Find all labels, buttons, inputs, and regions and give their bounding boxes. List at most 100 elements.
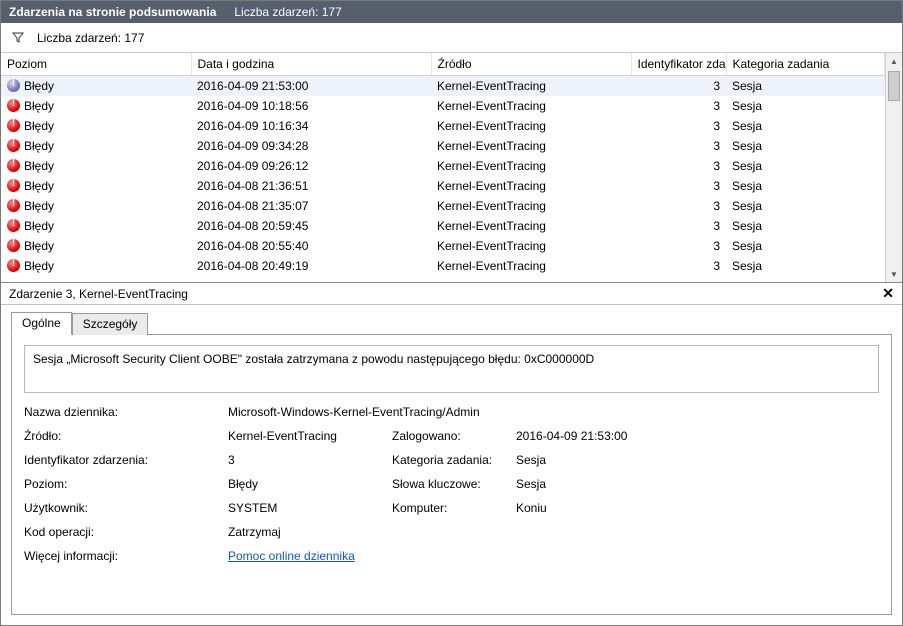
cell-source: Kernel-EventTracing [431, 256, 631, 276]
window-count-label: Liczba zdarzeń: 177 [234, 5, 341, 19]
table-row[interactable]: Błędy2016-04-08 20:59:45Kernel-EventTrac… [1, 216, 885, 236]
column-header-level[interactable]: Poziom [1, 53, 191, 76]
cell-category: Sesja [726, 116, 885, 136]
value-user: SYSTEM [228, 501, 388, 515]
cell-date: 2016-04-08 20:49:19 [191, 256, 431, 276]
cell-date: 2016-04-08 20:55:40 [191, 236, 431, 256]
cell-category: Sesja [726, 156, 885, 176]
value-category: Sesja [516, 453, 879, 467]
cell-id: 3 [631, 96, 726, 116]
detail-tabs: Ogólne Szczegóły [1, 305, 902, 334]
cell-date: 2016-04-09 10:16:34 [191, 116, 431, 136]
filter-count-label: Liczba zdarzeń: 177 [37, 31, 144, 45]
value-logged: 2016-04-09 21:53:00 [516, 429, 879, 443]
cell-category: Sesja [726, 176, 885, 196]
column-header-row: Poziom Data i godzina Źródło Identyfikat… [1, 53, 885, 76]
cell-level: Błędy [24, 219, 54, 233]
value-computer: Koniu [516, 501, 879, 515]
events-grid[interactable]: Poziom Data i godzina Źródło Identyfikat… [1, 53, 885, 282]
event-message: Sesja „Microsoft Security Client OOBE" z… [24, 345, 879, 393]
tab-details[interactable]: Szczegóły [72, 313, 149, 335]
label-logname: Nazwa dziennika: [24, 405, 224, 419]
error-icon [7, 219, 20, 232]
filter-icon[interactable] [11, 31, 25, 45]
table-row[interactable]: Błędy2016-04-08 21:36:51Kernel-EventTrac… [1, 176, 885, 196]
column-header-category[interactable]: Kategoria zadania [726, 53, 885, 76]
cell-level: Błędy [24, 199, 54, 213]
cell-level: Błędy [24, 79, 54, 93]
label-level: Poziom: [24, 477, 224, 491]
error-icon [7, 239, 20, 252]
cell-level: Błędy [24, 99, 54, 113]
cell-category: Sesja [726, 76, 885, 96]
value-moreinfo: Pomoc online dziennika [228, 549, 879, 563]
table-row[interactable]: Błędy 2016-04-09 09:34:28Kernel-EventTrac… [1, 136, 885, 156]
cell-date: 2016-04-08 21:35:07 [191, 196, 431, 216]
cell-date: 2016-04-09 10:18:56 [191, 96, 431, 116]
help-link[interactable]: Pomoc online dziennika [228, 549, 355, 563]
cell-source: Kernel-EventTracing [431, 176, 631, 196]
error-icon [7, 99, 20, 112]
cell-level: Błędy [24, 239, 54, 253]
cell-level: Błędy [24, 119, 54, 133]
cell-level: Błędy [24, 159, 54, 173]
vertical-scrollbar[interactable]: ▲ ▼ [885, 53, 902, 282]
error-icon [7, 179, 20, 192]
tab-general[interactable]: Ogólne [11, 312, 72, 335]
close-icon[interactable]: ✕ [882, 285, 894, 302]
table-row[interactable]: Błędy 2016-04-09 10:18:56Kernel-EventTrac… [1, 96, 885, 116]
table-row[interactable]: Błędy2016-04-09 10:16:34Kernel-EventTrac… [1, 116, 885, 136]
error-icon [7, 139, 20, 152]
table-row[interactable]: Błędy2016-04-09 21:53:00Kernel-EventTrac… [1, 76, 885, 96]
column-header-date[interactable]: Data i godzina [191, 53, 431, 76]
label-opcode: Kod operacji: [24, 525, 224, 539]
value-opcode: Zatrzymaj [228, 525, 879, 539]
error-icon [7, 199, 20, 212]
cell-id: 3 [631, 196, 726, 216]
cell-source: Kernel-EventTracing [431, 76, 631, 96]
scroll-thumb[interactable] [888, 71, 900, 101]
scroll-down-arrow[interactable]: ▼ [886, 266, 902, 282]
value-logname: Microsoft-Windows-Kernel-EventTracing/Ad… [228, 405, 879, 419]
cell-category: Sesja [726, 136, 885, 156]
cell-level: Błędy [24, 139, 54, 153]
cell-id: 3 [631, 256, 726, 276]
cell-source: Kernel-EventTracing [431, 136, 631, 156]
window-titlebar: Zdarzenia na stronie podsumowania Liczba… [1, 1, 902, 23]
value-keywords: Sesja [516, 477, 879, 491]
cell-id: 3 [631, 136, 726, 156]
column-header-id[interactable]: Identyfikator zdarzenia [631, 53, 726, 76]
value-level: Błędy [228, 477, 388, 491]
cell-category: Sesja [726, 96, 885, 116]
error-icon [7, 159, 20, 172]
column-header-source[interactable]: Źródło [431, 53, 631, 76]
table-row[interactable]: Błędy 2016-04-08 21:35:07Kernel-EventTrac… [1, 196, 885, 216]
cell-date: 2016-04-08 21:36:51 [191, 176, 431, 196]
error-icon [7, 119, 20, 132]
cell-id: 3 [631, 236, 726, 256]
table-row[interactable]: Błędy2016-04-09 09:26:12Kernel-EventTrac… [1, 156, 885, 176]
window-title: Zdarzenia na stronie podsumowania [9, 5, 216, 19]
value-eventid: 3 [228, 453, 388, 467]
table-row[interactable]: Błędy2016-04-08 20:49:19Kernel-EventTrac… [1, 256, 885, 276]
cell-id: 3 [631, 116, 726, 136]
cell-date: 2016-04-09 09:34:28 [191, 136, 431, 156]
error-icon [7, 79, 20, 92]
cell-category: Sesja [726, 196, 885, 216]
cell-category: Sesja [726, 216, 885, 236]
detail-title: Zdarzenie 3, Kernel-EventTracing [9, 287, 188, 301]
table-row[interactable]: Błędy2016-04-08 20:55:40Kernel-EventTrac… [1, 236, 885, 256]
label-moreinfo: Więcej informacji: [24, 549, 224, 563]
filter-bar: Liczba zdarzeń: 177 [1, 23, 902, 53]
cell-source: Kernel-EventTracing [431, 216, 631, 236]
events-grid-wrapper: Poziom Data i godzina Źródło Identyfikat… [1, 53, 902, 283]
event-message-text: Sesja „Microsoft Security Client OOBE" z… [33, 352, 594, 366]
cell-source: Kernel-EventTracing [431, 96, 631, 116]
cell-id: 3 [631, 216, 726, 236]
label-logged: Zalogowano: [392, 429, 512, 443]
cell-source: Kernel-EventTracing [431, 196, 631, 216]
error-icon [7, 259, 20, 272]
cell-source: Kernel-EventTracing [431, 156, 631, 176]
scroll-up-arrow[interactable]: ▲ [886, 53, 902, 69]
cell-id: 3 [631, 156, 726, 176]
